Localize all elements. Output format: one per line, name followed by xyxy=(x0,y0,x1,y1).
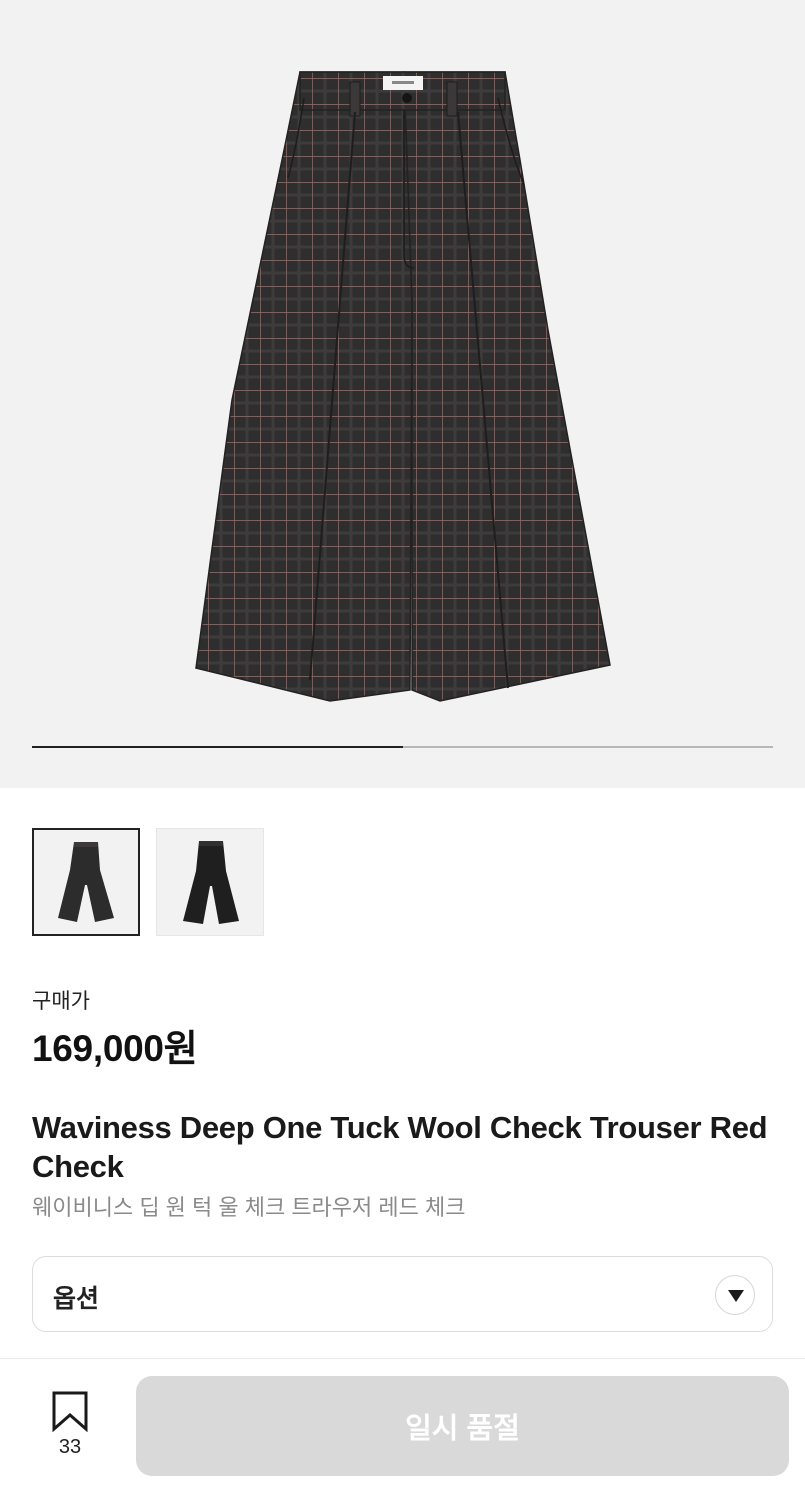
thumbnail-list xyxy=(32,828,264,936)
sold-out-label: 일시 품절 xyxy=(405,1413,520,1445)
sold-out-button[interactable]: 일시 품절 xyxy=(136,1376,789,1476)
product-image xyxy=(195,71,611,702)
product-title: Waviness Deep One Tuck Wool Check Trouse… xyxy=(32,1110,768,1184)
gallery-progress-bar xyxy=(32,746,773,748)
bookmark-count: 33 xyxy=(58,1436,82,1458)
pants-front-thumbnail-image xyxy=(58,842,114,922)
price-label: 구매가 xyxy=(32,990,90,1013)
product-title-korean: 웨이비니스 딥 원 턱 울 체크 트라우저 레드 체크 xyxy=(32,1195,466,1220)
price-value: 169,000원 xyxy=(32,1028,198,1069)
product-image-gallery[interactable] xyxy=(0,0,805,788)
option-label: 옵션 xyxy=(53,1285,100,1313)
chevron-down-icon xyxy=(728,1290,744,1302)
bookmark-icon xyxy=(52,1391,88,1432)
thumbnail-front[interactable] xyxy=(32,828,140,936)
option-dropdown-button[interactable] xyxy=(715,1275,755,1315)
bottom-bar-divider xyxy=(0,1358,805,1359)
option-select[interactable]: 옵션 xyxy=(32,1256,773,1332)
gallery-progress-fill xyxy=(32,746,403,748)
thumbnail-back[interactable] xyxy=(156,828,264,936)
pants-back-thumbnail-image xyxy=(183,841,239,924)
bookmark-button[interactable]: 33 xyxy=(40,1388,100,1468)
